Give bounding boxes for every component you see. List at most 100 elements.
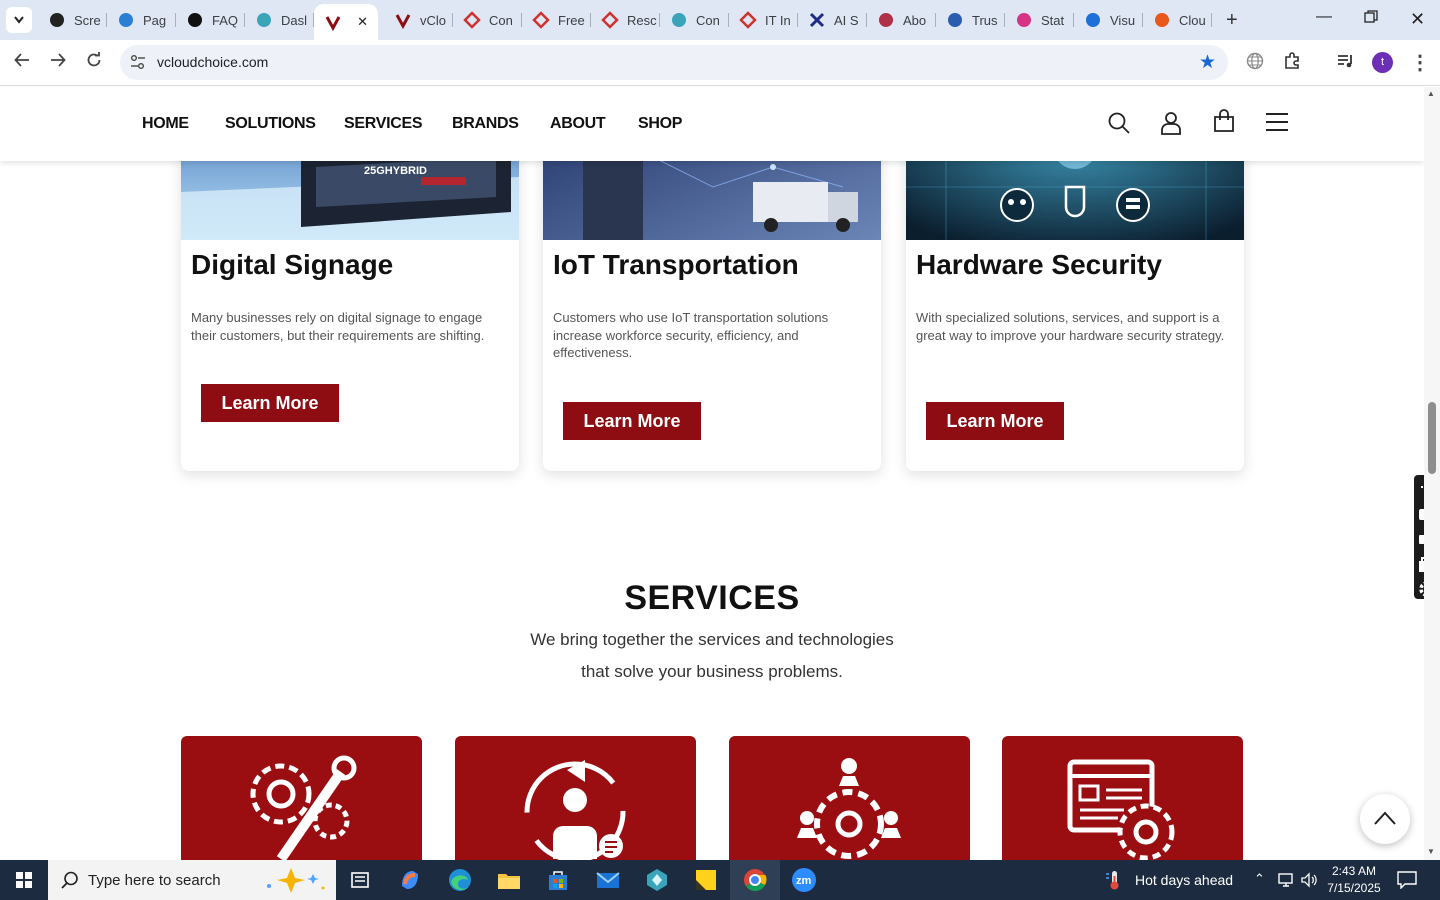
video-camera-icon[interactable]: [1418, 531, 1424, 547]
browser-tab[interactable]: IT In: [729, 6, 798, 34]
extensions-puzzle-icon[interactable]: [1284, 52, 1302, 70]
nav-services[interactable]: SERVICES: [344, 115, 423, 133]
restore-icon: [1364, 10, 1378, 23]
window-capture-icon[interactable]: [1418, 557, 1424, 573]
tab-search-dropdown-button[interactable]: [6, 7, 32, 33]
service-card[interactable]: [1002, 736, 1243, 860]
browser-tab[interactable]: Dasl: [245, 6, 314, 34]
edge-browser-icon[interactable]: [446, 866, 474, 894]
nav-solutions[interactable]: SOLUTIONS: [225, 115, 316, 133]
user-account-icon[interactable]: [1160, 111, 1182, 135]
browser-tab[interactable]: Visu: [1074, 6, 1143, 34]
volume-icon[interactable]: [1301, 872, 1319, 888]
translate-globe-icon[interactable]: [1246, 52, 1264, 70]
scroll-up-arrow-icon[interactable]: ▲: [1427, 89, 1435, 98]
copilot-icon[interactable]: [396, 866, 424, 894]
consultant-megaphone-icon: [524, 760, 626, 860]
browser-tab[interactable]: Resc: [591, 6, 660, 34]
taskbar-clock[interactable]: 2:43 AM 7/15/2025: [1318, 863, 1390, 897]
browser-tab[interactable]: Free: [522, 6, 591, 34]
network-icon[interactable]: [1278, 872, 1296, 888]
pen-favicon-icon: [1017, 13, 1031, 27]
sticky-notes-icon[interactable]: [692, 866, 720, 894]
bookmark-star-icon[interactable]: ★: [1199, 51, 1216, 74]
browser-tab[interactable]: Stat: [1005, 6, 1074, 34]
service-card[interactable]: [455, 736, 696, 860]
hamburger-menu-icon[interactable]: [1265, 112, 1289, 132]
arrow-left-icon: [14, 53, 29, 67]
card-description: Many businesses rely on digital signage …: [191, 310, 485, 343]
tab-title: Resc: [627, 12, 657, 28]
learn-more-button[interactable]: Learn More: [926, 402, 1064, 440]
camera-icon[interactable]: [1418, 505, 1424, 521]
browser-tab[interactable]: Scre: [38, 6, 107, 34]
microsoft-store-icon[interactable]: [544, 866, 572, 894]
arrow-right-icon: [51, 53, 66, 67]
tab-title: Stat: [1041, 12, 1065, 28]
services-subtitle-line-2: that solve your business problems.: [581, 662, 843, 681]
card-title: Hardware Security: [916, 249, 1162, 280]
nav-about[interactable]: ABOUT: [550, 115, 606, 133]
service-card[interactable]: [729, 736, 970, 860]
sparkle-search-highlight-icon: [267, 868, 325, 893]
scroll-to-top-button[interactable]: [1360, 794, 1410, 844]
openai-favicon-icon: [188, 13, 202, 27]
v-logo-favicon-icon: [395, 14, 411, 29]
file-explorer-icon[interactable]: [495, 866, 523, 894]
tab-title: Free: [558, 12, 585, 28]
browser-tab[interactable]: Clou: [1143, 6, 1212, 34]
task-view-icon[interactable]: [346, 866, 374, 894]
tab-title: vClo: [420, 12, 447, 28]
reload-button[interactable]: [86, 52, 102, 73]
browser-tab[interactable]: Con: [453, 6, 522, 34]
chrome-browser-icon[interactable]: [741, 866, 769, 894]
svg-text:zm: zm: [796, 875, 812, 887]
nav-home[interactable]: HOME: [142, 115, 189, 133]
toolbar-more-icon[interactable]: [1418, 479, 1424, 495]
taskbar-teal-hex-app-icon[interactable]: [643, 866, 671, 894]
show-hidden-icons-chevron-icon[interactable]: ⌃: [1254, 871, 1265, 887]
red-diamond-favicon-icon: [601, 11, 619, 29]
address-bar[interactable]: vcloudchoice.com ★: [120, 45, 1228, 80]
search-icon[interactable]: [1107, 111, 1131, 135]
card-title: Digital Signage: [191, 249, 394, 280]
forward-button[interactable]: [50, 52, 66, 73]
scrollbar-thumb[interactable]: [1428, 402, 1436, 474]
close-window-button[interactable]: ✕: [1410, 9, 1425, 30]
back-button[interactable]: [14, 52, 30, 73]
browser-tab[interactable]: ✕: [314, 4, 378, 40]
webpage-gear-icon: [1067, 759, 1175, 860]
browser-menu-button[interactable]: ⋮: [1410, 50, 1430, 75]
browser-tab[interactable]: vClo: [384, 6, 453, 34]
learn-more-button[interactable]: Learn More: [563, 402, 701, 440]
scroll-down-arrow-icon[interactable]: ▼: [1427, 847, 1435, 856]
browser-tab[interactable]: AI S: [798, 6, 867, 34]
nav-shop[interactable]: SHOP: [638, 115, 682, 133]
shopping-bag-icon[interactable]: [1213, 109, 1235, 133]
profile-avatar[interactable]: t: [1372, 52, 1393, 73]
browser-tab[interactable]: Con: [660, 6, 729, 34]
nav-brands[interactable]: BRANDS: [452, 115, 519, 133]
service-card[interactable]: [181, 736, 422, 860]
close-tab-icon[interactable]: ✕: [357, 14, 368, 30]
media-controls-icon[interactable]: [1337, 52, 1355, 70]
windows-start-button[interactable]: [0, 860, 48, 900]
restore-window-button[interactable]: [1364, 10, 1378, 29]
mail-icon[interactable]: [594, 866, 622, 894]
gear-team-icon: [797, 758, 901, 859]
taskbar-search-box[interactable]: Type here to search: [48, 860, 336, 900]
settings-gear-icon[interactable]: [1418, 581, 1424, 597]
browser-tab[interactable]: Trus: [936, 6, 1005, 34]
new-tab-button[interactable]: +: [1226, 9, 1238, 32]
learn-more-button[interactable]: Learn More: [201, 384, 339, 422]
notification-center-icon[interactable]: [1397, 871, 1417, 889]
minimize-window-button[interactable]: —: [1316, 8, 1332, 26]
browser-tab[interactable]: Abo: [867, 6, 936, 34]
weather-text[interactable]: Hot days ahead: [1135, 872, 1233, 888]
weather-thermometer-icon[interactable]: [1105, 870, 1123, 890]
browser-tab[interactable]: Pag: [107, 6, 176, 34]
browser-tab[interactable]: FAQ: [176, 6, 245, 34]
zoom-app-icon[interactable]: zm: [790, 866, 818, 894]
site-info-icon[interactable]: [130, 54, 146, 70]
page-scrollbar[interactable]: ▲ ▼: [1424, 87, 1440, 860]
